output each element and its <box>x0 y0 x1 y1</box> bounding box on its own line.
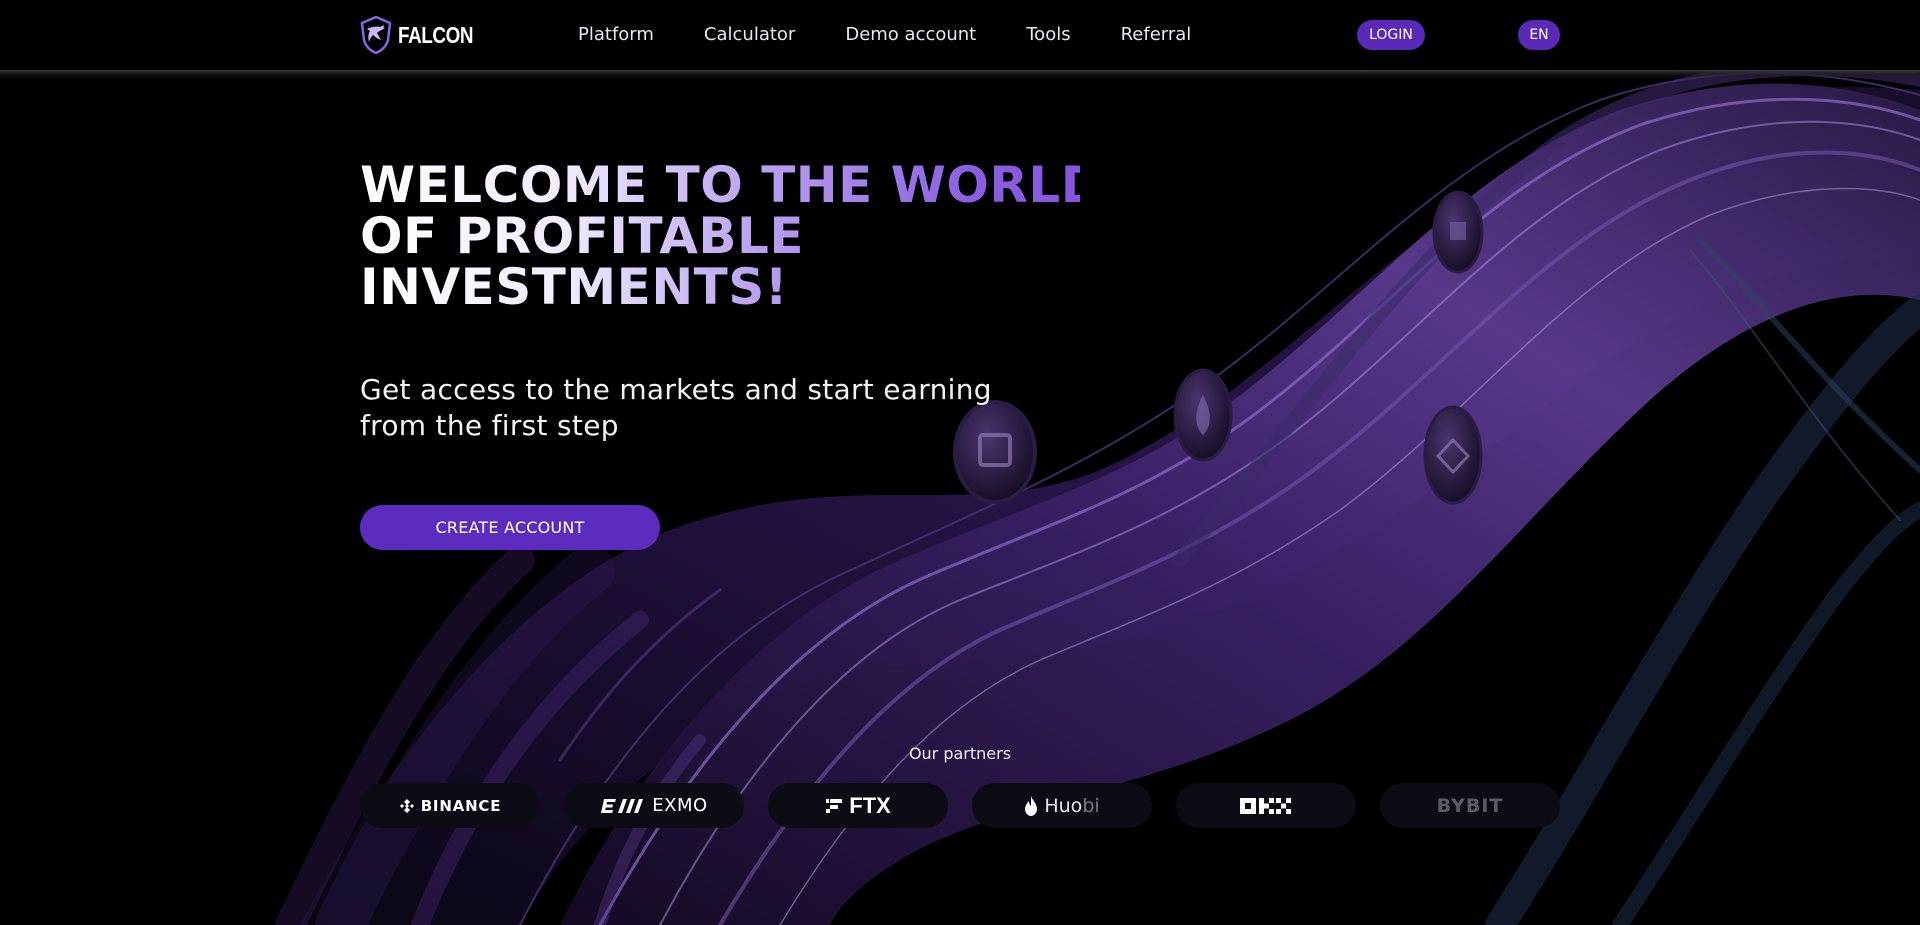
exmo-logo-icon <box>601 798 644 813</box>
nav-item-referral[interactable]: Referral <box>1121 24 1192 45</box>
hero-background-art <box>275 61 1920 925</box>
partner-binance[interactable]: BINANCE <box>360 783 540 828</box>
partner-okx[interactable]: OKX <box>1176 783 1356 828</box>
partner-label-dim: bi <box>1082 794 1100 817</box>
hero-title-line: INVESTMENTS! <box>360 258 789 316</box>
hero-subtitle-line: from the first step <box>360 409 619 442</box>
nav-item-tools[interactable]: Tools <box>1026 24 1070 45</box>
language-button[interactable]: EN <box>1518 20 1560 50</box>
partner-label: BYBIT <box>1436 794 1504 817</box>
hero-title: WELCOME TO THE WORLD OF PROFITABLE INVES… <box>360 160 1080 313</box>
top-header: FALCON Platform Calculator Demo account … <box>0 0 1920 70</box>
falcon-shield-icon <box>360 16 392 54</box>
hero-title-line: WELCOME TO THE WORLD <box>360 156 1103 214</box>
brand-name: FALCON <box>398 21 474 48</box>
nav-item-platform[interactable]: Platform <box>578 24 654 45</box>
login-button[interactable]: LOGIN <box>1357 20 1425 50</box>
nav-item-calculator[interactable]: Calculator <box>704 24 795 45</box>
create-account-button[interactable]: CREATE ACCOUNT <box>360 505 660 550</box>
hero-subtitle: Get access to the markets and start earn… <box>360 372 1080 444</box>
brand-logo[interactable]: FALCON <box>360 16 490 54</box>
hero-subtitle-line: Get access to the markets and start earn… <box>360 373 992 406</box>
partner-bybit[interactable]: BYBIT <box>1380 783 1560 828</box>
partner-label-main: Huo <box>1044 794 1083 817</box>
partner-label: OKX <box>1266 805 1267 806</box>
partner-label: FTX <box>849 792 891 818</box>
header-divider <box>0 70 1920 80</box>
huobi-flame-icon <box>1025 795 1038 816</box>
ftx-logo-icon <box>826 798 843 813</box>
hero-title-line: OF PROFITABLE <box>360 207 805 265</box>
partners-title: Our partners <box>908 744 1012 763</box>
partner-exmo[interactable]: EXMO <box>564 783 744 828</box>
partner-label: Huobi <box>1044 795 1099 817</box>
main-nav: Platform Calculator Demo account Tools R… <box>578 20 1191 48</box>
binance-diamond-icon <box>399 798 414 813</box>
partner-label: BINANCE <box>420 796 502 815</box>
partner-label: EXMO <box>652 795 708 816</box>
partner-ftx[interactable]: FTX <box>768 783 948 828</box>
partner-huobi[interactable]: Huobi <box>972 783 1152 828</box>
nav-item-demo-account[interactable]: Demo account <box>845 24 976 45</box>
